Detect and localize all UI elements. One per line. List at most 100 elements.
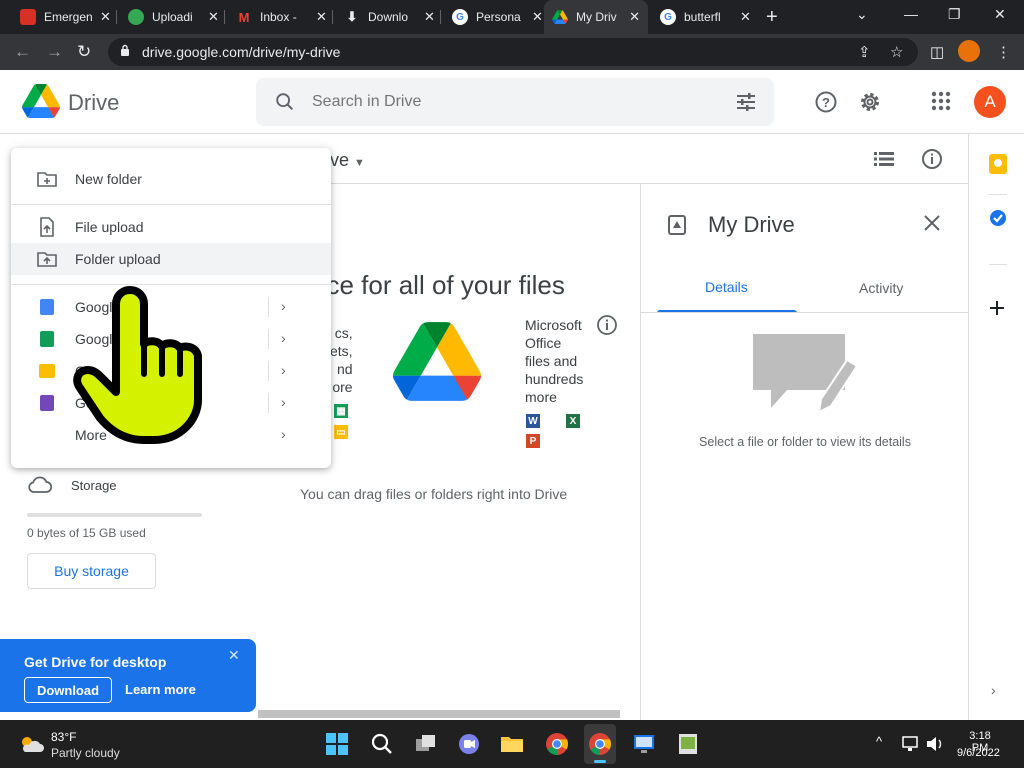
share-icon[interactable]: ⇪ bbox=[858, 43, 871, 61]
google-icon: G bbox=[660, 9, 676, 25]
browser-tab[interactable]: G butterfl ✕ bbox=[652, 0, 759, 34]
menu-item-file-upload[interactable]: File upload bbox=[11, 211, 331, 243]
tab-title: My Driv bbox=[576, 10, 617, 24]
sidebar-item-storage[interactable]: Storage bbox=[26, 476, 117, 494]
search-icon[interactable] bbox=[274, 91, 296, 113]
horizontal-scrollbar[interactable] bbox=[258, 710, 620, 718]
bookmark-star-icon[interactable]: ☆ bbox=[890, 43, 903, 61]
volume-icon[interactable] bbox=[926, 736, 944, 752]
info-icon[interactable] bbox=[921, 148, 943, 170]
browser-profile-avatar[interactable] bbox=[958, 40, 980, 62]
info-icon[interactable] bbox=[596, 314, 618, 336]
weather-description: Partly cloudy bbox=[51, 746, 120, 760]
close-tab-icon[interactable]: ✕ bbox=[208, 9, 219, 25]
new-tab-button[interactable]: + bbox=[766, 6, 778, 29]
browser-tab-active[interactable]: My Driv ✕ bbox=[544, 0, 648, 34]
windows-taskbar: 83°F Partly cloudy ^ 3:18 PM 9/6/2022 bbox=[0, 720, 1024, 768]
chevron-right-icon: › bbox=[281, 298, 286, 314]
add-addon-icon[interactable] bbox=[989, 300, 1005, 316]
forward-icon[interactable]: → bbox=[46, 42, 63, 62]
slides-icon: ▭ bbox=[334, 425, 348, 439]
reload-icon[interactable]: ↻ bbox=[77, 42, 91, 62]
tray-chevron-up-icon[interactable]: ^ bbox=[876, 734, 882, 749]
google-icon: G bbox=[452, 9, 468, 25]
close-tab-icon[interactable]: ✕ bbox=[100, 9, 111, 25]
browser-tab[interactable]: Uploadi ✕ bbox=[120, 0, 227, 34]
weather-partly-cloudy-icon[interactable] bbox=[18, 734, 44, 754]
network-icon[interactable] bbox=[902, 736, 920, 752]
description-line: nd bbox=[337, 361, 353, 377]
browser-menu-icon[interactable]: ⋮ bbox=[996, 43, 1011, 61]
office-line: Office bbox=[525, 335, 562, 351]
drive-logo-icon[interactable] bbox=[22, 84, 60, 118]
browser-tab[interactable]: ⬇ Downlo ✕ bbox=[336, 0, 443, 34]
windows-start-icon[interactable] bbox=[325, 732, 349, 756]
list-view-icon[interactable] bbox=[874, 151, 894, 167]
slides-icon bbox=[37, 361, 57, 381]
drive-logo-text[interactable]: Drive bbox=[68, 90, 119, 116]
drive-header: Drive ? A bbox=[0, 70, 1024, 134]
maximize-button[interactable]: ❐ bbox=[948, 6, 961, 23]
close-tab-icon[interactable]: ✕ bbox=[629, 9, 640, 25]
search-icon[interactable] bbox=[370, 732, 394, 756]
details-title: My Drive bbox=[708, 212, 795, 237]
empty-details-illustration-icon bbox=[753, 334, 859, 414]
menu-item-folder-upload[interactable]: Folder upload bbox=[11, 243, 331, 275]
address-bar[interactable]: drive.google.com/drive/my-drive bbox=[108, 38, 918, 66]
notepad-icon[interactable] bbox=[676, 732, 700, 756]
buy-storage-button[interactable]: Buy storage bbox=[27, 553, 156, 589]
cloud-icon bbox=[28, 476, 52, 493]
taskbar-chrome-active[interactable] bbox=[584, 724, 616, 764]
close-tab-icon[interactable]: ✕ bbox=[740, 9, 751, 25]
download-button[interactable]: Download bbox=[24, 677, 112, 703]
tasks-icon[interactable] bbox=[988, 208, 1008, 228]
tab-details[interactable]: Details bbox=[705, 279, 748, 295]
browser-tab[interactable]: M Inbox - ✕ bbox=[228, 0, 335, 34]
apps-grid-icon[interactable] bbox=[930, 90, 952, 112]
keep-icon[interactable] bbox=[989, 154, 1007, 174]
browser-tab[interactable]: Emergen ✕ bbox=[12, 0, 119, 34]
office-line: Microsoft bbox=[525, 317, 582, 333]
menu-item-label: File upload bbox=[75, 219, 144, 235]
close-tab-icon[interactable]: ✕ bbox=[532, 9, 543, 25]
remote-desktop-icon[interactable] bbox=[632, 732, 656, 756]
side-panel-icon[interactable]: ◫ bbox=[930, 43, 944, 61]
chrome-icon[interactable] bbox=[545, 732, 569, 756]
close-icon[interactable] bbox=[923, 214, 941, 232]
clock-date[interactable]: 9/6/2022 bbox=[957, 747, 1000, 759]
file-upload-icon bbox=[40, 217, 54, 237]
chevron-right-icon: › bbox=[281, 426, 286, 442]
menu-item-new-folder[interactable]: New folder bbox=[11, 163, 331, 195]
help-icon[interactable]: ? bbox=[814, 90, 838, 114]
close-tab-icon[interactable]: ✕ bbox=[424, 9, 435, 25]
back-icon[interactable]: ← bbox=[14, 42, 31, 62]
file-explorer-icon[interactable] bbox=[500, 732, 524, 756]
expand-panel-icon[interactable]: › bbox=[991, 682, 996, 698]
new-folder-icon bbox=[37, 172, 57, 187]
teams-chat-icon[interactable] bbox=[457, 732, 481, 756]
account-avatar[interactable]: A bbox=[974, 86, 1006, 118]
docs-icon bbox=[37, 297, 57, 317]
gmail-icon: M bbox=[238, 9, 250, 25]
breadcrumb[interactable]: ve ▼ bbox=[330, 150, 365, 171]
close-icon[interactable]: ✕ bbox=[228, 647, 240, 664]
browser-tab-strip: Emergen ✕ Uploadi ✕ M Inbox - ✕ ⬇ Downlo… bbox=[0, 0, 1024, 34]
close-window-button[interactable]: ✕ bbox=[994, 6, 1006, 23]
learn-more-link[interactable]: Learn more bbox=[125, 682, 196, 697]
search-input[interactable] bbox=[312, 90, 712, 114]
description-line: ore bbox=[332, 379, 353, 395]
browser-toolbar: ← → ↻ drive.google.com/drive/my-drive ⇪ … bbox=[0, 34, 1024, 70]
settings-gear-icon[interactable] bbox=[858, 90, 882, 114]
sheets-icon bbox=[37, 329, 57, 349]
browser-tab[interactable]: G Persona ✕ bbox=[444, 0, 551, 34]
storage-label: Storage bbox=[71, 477, 117, 493]
minimize-button[interactable]: — bbox=[904, 6, 918, 22]
search-options-icon[interactable] bbox=[736, 92, 756, 112]
tab-search-icon[interactable]: ⌄ bbox=[856, 6, 868, 23]
task-view-icon[interactable] bbox=[414, 732, 438, 756]
tab-activity[interactable]: Activity bbox=[859, 280, 903, 296]
drive-favicon-icon bbox=[552, 9, 568, 25]
drag-drop-hint: You can drag files or folders right into… bbox=[300, 486, 568, 502]
tab-favicon-icon bbox=[128, 9, 144, 25]
close-tab-icon[interactable]: ✕ bbox=[316, 9, 327, 25]
